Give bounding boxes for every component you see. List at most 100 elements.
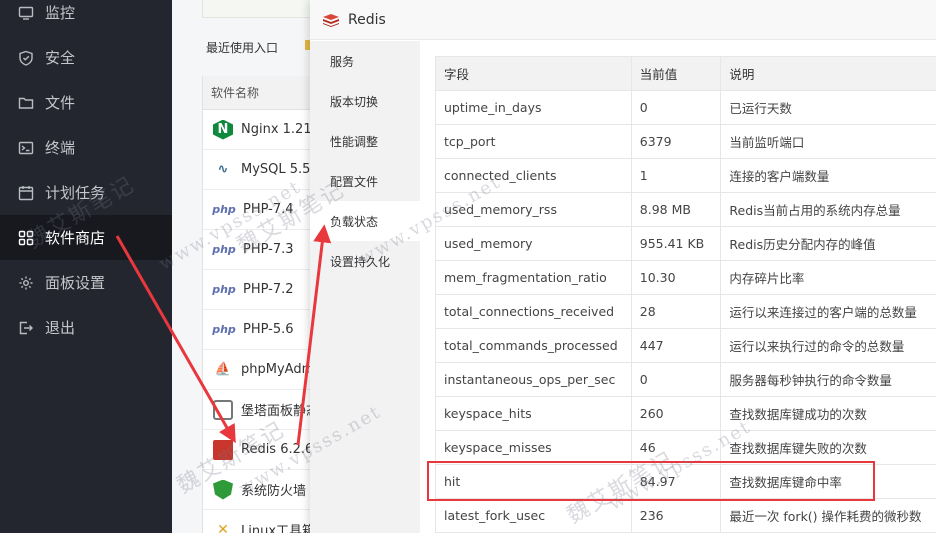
table-row: total_connections_received 28 运行以来连接过的客户端的… bbox=[435, 294, 936, 329]
software-name: Redis 6.2.6 bbox=[241, 442, 312, 457]
php-icon: php bbox=[212, 243, 236, 256]
sidebar-item-3[interactable]: 终端 bbox=[0, 125, 172, 170]
sidebar-item-label: 面板设置 bbox=[45, 274, 106, 292]
sidebar-item-0[interactable]: 监控 bbox=[0, 0, 172, 35]
modal-nav-item-5[interactable]: 设置持久化 bbox=[310, 241, 420, 281]
software-name: phpMyAdmin bbox=[241, 362, 312, 377]
table-row: latest_fork_usec 236 最近一次 fork() 操作耗费的微秒数 bbox=[435, 498, 936, 533]
field-cell: latest_fork_usec bbox=[435, 498, 632, 533]
value-cell: 0 bbox=[630, 90, 722, 125]
software-row[interactable]: N Nginx 1.21.4 bbox=[203, 110, 312, 150]
table-row: tcp_port 6379 当前监听端口 bbox=[435, 124, 936, 159]
field-cell: total_connections_received bbox=[435, 294, 632, 329]
software-row[interactable]: 堡塔面板静态 bbox=[203, 390, 312, 430]
software-name: PHP-7.2 bbox=[243, 282, 294, 297]
description-cell: 查找数据库键成功的次数 bbox=[720, 396, 936, 431]
load-status-table-wrap: 字段 当前值 说明 uptime_in_days 0 已运行天数 tcp_port 63… bbox=[435, 56, 936, 533]
logout-icon bbox=[18, 320, 34, 336]
modal-nav-item-3[interactable]: 配置文件 bbox=[310, 161, 420, 201]
terminal-icon bbox=[18, 140, 34, 156]
software-name-header: 软件名称 bbox=[203, 76, 312, 110]
software-table: 软件名称 N Nginx 1.21.4 ∿ MySQL 5.5.62 php PHP-7.… bbox=[202, 76, 312, 533]
monitor-icon bbox=[18, 5, 34, 21]
software-row[interactable]: 系统防火墙 3 bbox=[203, 470, 312, 510]
table-row: keyspace_hits 260 查找数据库键成功的次数 bbox=[435, 396, 936, 431]
modal-nav-item-1[interactable]: 版本切换 bbox=[310, 81, 420, 121]
software-row[interactable]: Redis 6.2.6 bbox=[203, 430, 312, 470]
software-name: 系统防火墙 3 bbox=[241, 484, 312, 499]
sidebar-item-label: 安全 bbox=[45, 49, 76, 67]
description-cell: 查找数据库键失败的次数 bbox=[720, 430, 936, 465]
description-cell: 已运行天数 bbox=[720, 90, 936, 125]
mysql-icon: ∿ bbox=[217, 162, 229, 177]
description-cell: 内存碎片比率 bbox=[720, 260, 936, 295]
description-cell: 查找数据库键命中率 bbox=[720, 464, 936, 499]
value-cell: 6379 bbox=[630, 124, 722, 159]
value-cell: 46 bbox=[630, 430, 722, 465]
sidebar-item-5[interactable]: 软件商店 bbox=[0, 215, 172, 260]
field-cell: used_memory bbox=[435, 226, 632, 261]
modal-nav-item-0[interactable]: 服务 bbox=[310, 41, 420, 81]
description-cell: 服务器每秒钟执行的命令数量 bbox=[720, 362, 936, 397]
modal-nav: 服务 版本切换 性能调整 配置文件 负载状态 设置持久化 bbox=[310, 41, 420, 533]
field-cell: connected_clients bbox=[435, 158, 632, 193]
sidebar-item-7[interactable]: 退出 bbox=[0, 305, 172, 350]
value-cell: 955.41 KB bbox=[630, 226, 722, 261]
top-banner-strip bbox=[202, 0, 312, 18]
table-row: instantaneous_ops_per_sec 0 服务器每秒钟执行的命令数量 bbox=[435, 362, 936, 397]
software-name: Nginx 1.21.4 bbox=[241, 122, 312, 137]
sidebar-item-1[interactable]: 安全 bbox=[0, 35, 172, 80]
software-name: Linux工具箱 bbox=[241, 524, 312, 533]
table-row: total_commands_processed 447 运行以来执行过的命令的总数… bbox=[435, 328, 936, 363]
software-row[interactable]: php PHP-7.4 bbox=[203, 190, 312, 230]
software-row[interactable]: ✕ Linux工具箱 bbox=[203, 510, 312, 533]
modal-title-bar: Redis bbox=[310, 0, 936, 40]
software-name: PHP-5.6 bbox=[243, 322, 294, 337]
value-cell: 260 bbox=[630, 396, 722, 431]
value-cell: 236 bbox=[630, 498, 722, 533]
table-row: used_memory 955.41 KB Redis历史分配内存的峰值 bbox=[435, 226, 936, 261]
nginx-icon: N bbox=[213, 119, 233, 140]
software-row[interactable]: ⛵ phpMyAdmin bbox=[203, 350, 312, 390]
field-cell: used_memory_rss bbox=[435, 192, 632, 227]
description-cell: 连接的客户端数量 bbox=[720, 158, 936, 193]
table-row: mem_fragmentation_ratio 10.30 内存碎片比率 bbox=[435, 260, 936, 295]
sidebar-item-label: 退出 bbox=[45, 319, 76, 337]
table-row: uptime_in_days 0 已运行天数 bbox=[435, 90, 936, 125]
software-row[interactable]: php PHP-7.2 bbox=[203, 270, 312, 310]
description-cell: 运行以来连接过的客户端的总数量 bbox=[720, 294, 936, 329]
table-row: keyspace_misses 46 查找数据库键失败的次数 bbox=[435, 430, 936, 465]
description-cell: 最近一次 fork() 操作耗费的微秒数 bbox=[720, 498, 936, 533]
shield-icon bbox=[18, 50, 34, 66]
table-row: hit 84.97 查找数据库键命中率 bbox=[435, 464, 936, 499]
clock-icon bbox=[18, 185, 34, 201]
software-row[interactable]: php PHP-5.6 bbox=[203, 310, 312, 350]
folder-icon bbox=[18, 95, 34, 111]
modal-nav-item-4[interactable]: 负载状态 bbox=[310, 201, 420, 241]
sidebar-item-2[interactable]: 文件 bbox=[0, 80, 172, 125]
software-row[interactable]: php PHP-7.3 bbox=[203, 230, 312, 270]
software-row[interactable]: ∿ MySQL 5.5.62 bbox=[203, 150, 312, 190]
bt-icon bbox=[213, 399, 233, 420]
description-cell: 当前监听端口 bbox=[720, 124, 936, 159]
redis-modal: Redis 服务 版本切换 性能调整 配置文件 负载状态 设置持久化 字段 当前值 说明 … bbox=[310, 0, 936, 533]
redis-icon bbox=[213, 439, 233, 460]
header-field: 字段 bbox=[435, 56, 632, 91]
grid-icon bbox=[18, 230, 34, 246]
redis-logo-icon bbox=[323, 13, 339, 27]
header-value: 当前值 bbox=[630, 56, 722, 91]
table-row: used_memory_rss 8.98 MB Redis当前占用的系统内存总量 bbox=[435, 192, 936, 227]
field-cell: uptime_in_days bbox=[435, 90, 632, 125]
sidebar-item-6[interactable]: 面板设置 bbox=[0, 260, 172, 305]
value-cell: 447 bbox=[630, 328, 722, 363]
sidebar-item-4[interactable]: 计划任务 bbox=[0, 170, 172, 215]
description-cell: Redis当前占用的系统内存总量 bbox=[720, 192, 936, 227]
sidebar: 监控安全文件终端计划任务 软件商店面板设置退出 bbox=[0, 0, 172, 533]
sidebar-item-label: 终端 bbox=[45, 139, 76, 157]
modal-nav-item-2[interactable]: 性能调整 bbox=[310, 121, 420, 161]
field-cell: keyspace_misses bbox=[435, 430, 632, 465]
table-row: connected_clients 1 连接的客户端数量 bbox=[435, 158, 936, 193]
sidebar-item-label: 监控 bbox=[45, 4, 76, 22]
software-name: MySQL 5.5.62 bbox=[241, 162, 312, 177]
description-cell: 运行以来执行过的命令的总数量 bbox=[720, 328, 936, 363]
